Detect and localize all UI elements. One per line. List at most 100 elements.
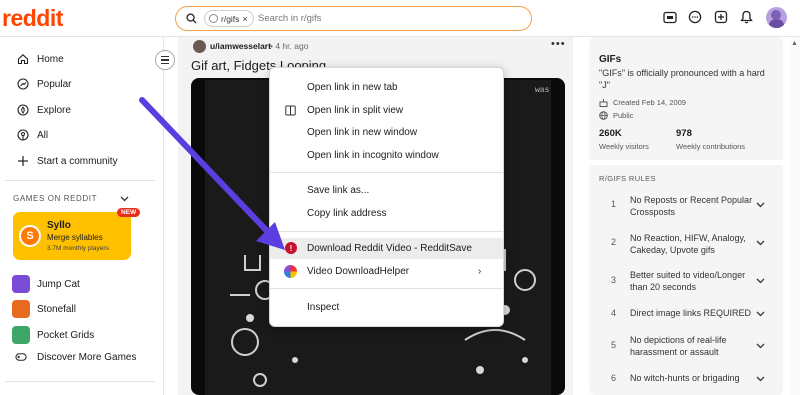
- menu-video-downloadhelper[interactable]: Video DownloadHelper ›: [270, 261, 503, 282]
- post-more-options-icon[interactable]: •••: [551, 38, 566, 50]
- post-timestamp: • 4 hr. ago: [270, 41, 309, 51]
- featured-game-card[interactable]: NEW S Syllo Merge syllables 3.7M monthly…: [13, 208, 141, 260]
- rule-number: 3: [611, 275, 617, 285]
- gif-corner-text: was: [535, 86, 550, 95]
- menu-copy-link-address[interactable]: Copy link address: [270, 203, 503, 224]
- post-author[interactable]: u/iamwesselart: [210, 41, 271, 51]
- sidebar-toggle-button[interactable]: [155, 50, 175, 70]
- community-visibility: Public: [599, 111, 633, 120]
- menu-item-label: Open link in incognito window: [307, 150, 439, 161]
- community-description: "GIFs" is officially pronounced with a h…: [599, 68, 765, 90]
- rule-number: 1: [611, 199, 617, 209]
- menu-open-split-view[interactable]: Open link in split view: [270, 100, 503, 121]
- pocket-grids-icon: [12, 326, 30, 344]
- notifications-icon[interactable]: [738, 9, 754, 25]
- menu-item-label: Save link as...: [307, 185, 370, 196]
- chevron-down-icon[interactable]: [756, 276, 765, 286]
- chat-icon[interactable]: [687, 9, 703, 25]
- chevron-down-icon[interactable]: [756, 200, 765, 210]
- menu-item-label: Inspect: [307, 302, 340, 313]
- search-bar[interactable]: r/gifs × Search in r/gifs: [175, 6, 532, 31]
- games-section-label: GAMES ON REDDIT: [13, 194, 98, 203]
- rule-text: No Reaction, HIFW, Analogy, Cakeday, Upv…: [630, 233, 746, 255]
- weekly-contributions-label: Weekly contributions: [676, 142, 746, 151]
- chevron-down-icon[interactable]: [756, 309, 765, 319]
- menu-separator: [270, 288, 503, 289]
- game-label: Pocket Grids: [37, 329, 95, 341]
- rules-heading: R/GIFS RULES: [599, 174, 656, 183]
- scroll-up-icon[interactable]: ▲: [791, 40, 798, 47]
- nav-start-community-label: Start a community: [37, 155, 118, 167]
- nav-home[interactable]: Home: [17, 53, 64, 65]
- user-avatar[interactable]: [766, 7, 787, 28]
- subreddit-icon: [209, 14, 218, 23]
- page-scrollbar[interactable]: ▲: [790, 37, 800, 395]
- search-icon: [186, 13, 197, 24]
- context-menu: Open link in new tab Open link in split …: [269, 67, 504, 327]
- menu-open-new-tab[interactable]: Open link in new tab: [270, 77, 503, 98]
- chevron-down-icon[interactable]: [756, 374, 765, 384]
- game-player-count: 3.7M monthly players: [47, 245, 109, 252]
- game-label: Discover More Games: [37, 351, 137, 363]
- redditsave-icon: !: [285, 242, 297, 254]
- cake-icon: [599, 99, 608, 107]
- menu-item-label: Copy link address: [307, 208, 387, 219]
- subreddit-filter-chip[interactable]: r/gifs ×: [204, 10, 254, 27]
- visibility-label: Public: [613, 111, 634, 120]
- menu-download-reddit-video[interactable]: ! Download Reddit Video - RedditSave: [270, 238, 503, 259]
- rule-text: No Reposts or Recent Popular Crossposts: [630, 195, 753, 217]
- nav-explore[interactable]: Explore: [17, 104, 71, 116]
- game-stonefall[interactable]: Stonefall: [12, 300, 76, 318]
- reddit-logo[interactable]: reddit: [2, 5, 63, 32]
- split-view-icon: [285, 105, 296, 116]
- stonefall-icon: [12, 300, 30, 318]
- menu-open-incognito[interactable]: Open link in incognito window: [270, 145, 503, 166]
- menu-open-new-window[interactable]: Open link in new window: [270, 122, 503, 143]
- ads-icon[interactable]: [662, 9, 678, 25]
- search-input[interactable]: Search in r/gifs: [258, 13, 321, 24]
- chevron-down-icon[interactable]: [756, 341, 765, 351]
- sidebar-divider: [5, 381, 155, 382]
- nav-home-label: Home: [37, 53, 64, 65]
- chip-close-icon[interactable]: ×: [242, 14, 247, 24]
- create-post-icon[interactable]: [713, 9, 729, 25]
- nav-explore-label: Explore: [37, 104, 71, 116]
- menu-inspect[interactable]: Inspect: [270, 297, 503, 318]
- menu-item-label: Video DownloadHelper: [307, 266, 410, 277]
- nav-all[interactable]: All: [17, 129, 48, 141]
- game-label: Jump Cat: [37, 278, 80, 290]
- menu-item-label: Open link in new tab: [307, 82, 398, 93]
- weekly-contributions-value: 978: [676, 128, 692, 139]
- community-sidebar: GIFs "GIFs" is officially pronounced wit…: [589, 37, 783, 395]
- panel-divider: [589, 160, 783, 165]
- globe-icon: [599, 111, 608, 120]
- weekly-visitors-label: Weekly visitors: [599, 142, 649, 151]
- menu-item-label: Open link in new window: [307, 127, 418, 138]
- post-author-avatar[interactable]: [193, 40, 206, 53]
- all-icon: [17, 129, 29, 141]
- created-date: Created Feb 14, 2009: [613, 98, 686, 107]
- plus-icon: [17, 155, 29, 167]
- menu-save-link-as[interactable]: Save link as...: [270, 180, 503, 201]
- jump-cat-icon: [12, 275, 30, 293]
- rule-text: Direct image links REQUIRED: [630, 308, 752, 318]
- game-pocket-grids[interactable]: Pocket Grids: [12, 326, 94, 344]
- chevron-down-icon[interactable]: [756, 238, 765, 248]
- nav-start-community[interactable]: Start a community: [17, 155, 118, 167]
- popular-icon: [17, 78, 29, 90]
- game-title: Syllo: [47, 220, 71, 231]
- rule-text: No depictions of real-life harassment or…: [630, 335, 727, 357]
- discover-more-games[interactable]: Discover More Games: [12, 351, 136, 363]
- rule-text: Better suited to video/Longer than 20 se…: [630, 270, 746, 292]
- nav-popular[interactable]: Popular: [17, 78, 71, 90]
- game-label: Stonefall: [37, 303, 76, 315]
- gamepad-icon: [15, 351, 27, 363]
- menu-separator: [270, 231, 503, 232]
- nav-all-label: All: [37, 129, 49, 141]
- rule-number: 2: [611, 237, 617, 247]
- menu-item-label: Download Reddit Video - RedditSave: [307, 243, 472, 254]
- submenu-arrow-icon: ›: [478, 266, 482, 277]
- chevron-down-icon[interactable]: [120, 194, 129, 204]
- rule-text: No witch-hunts or brigading: [630, 373, 740, 383]
- game-jump-cat[interactable]: Jump Cat: [12, 275, 80, 293]
